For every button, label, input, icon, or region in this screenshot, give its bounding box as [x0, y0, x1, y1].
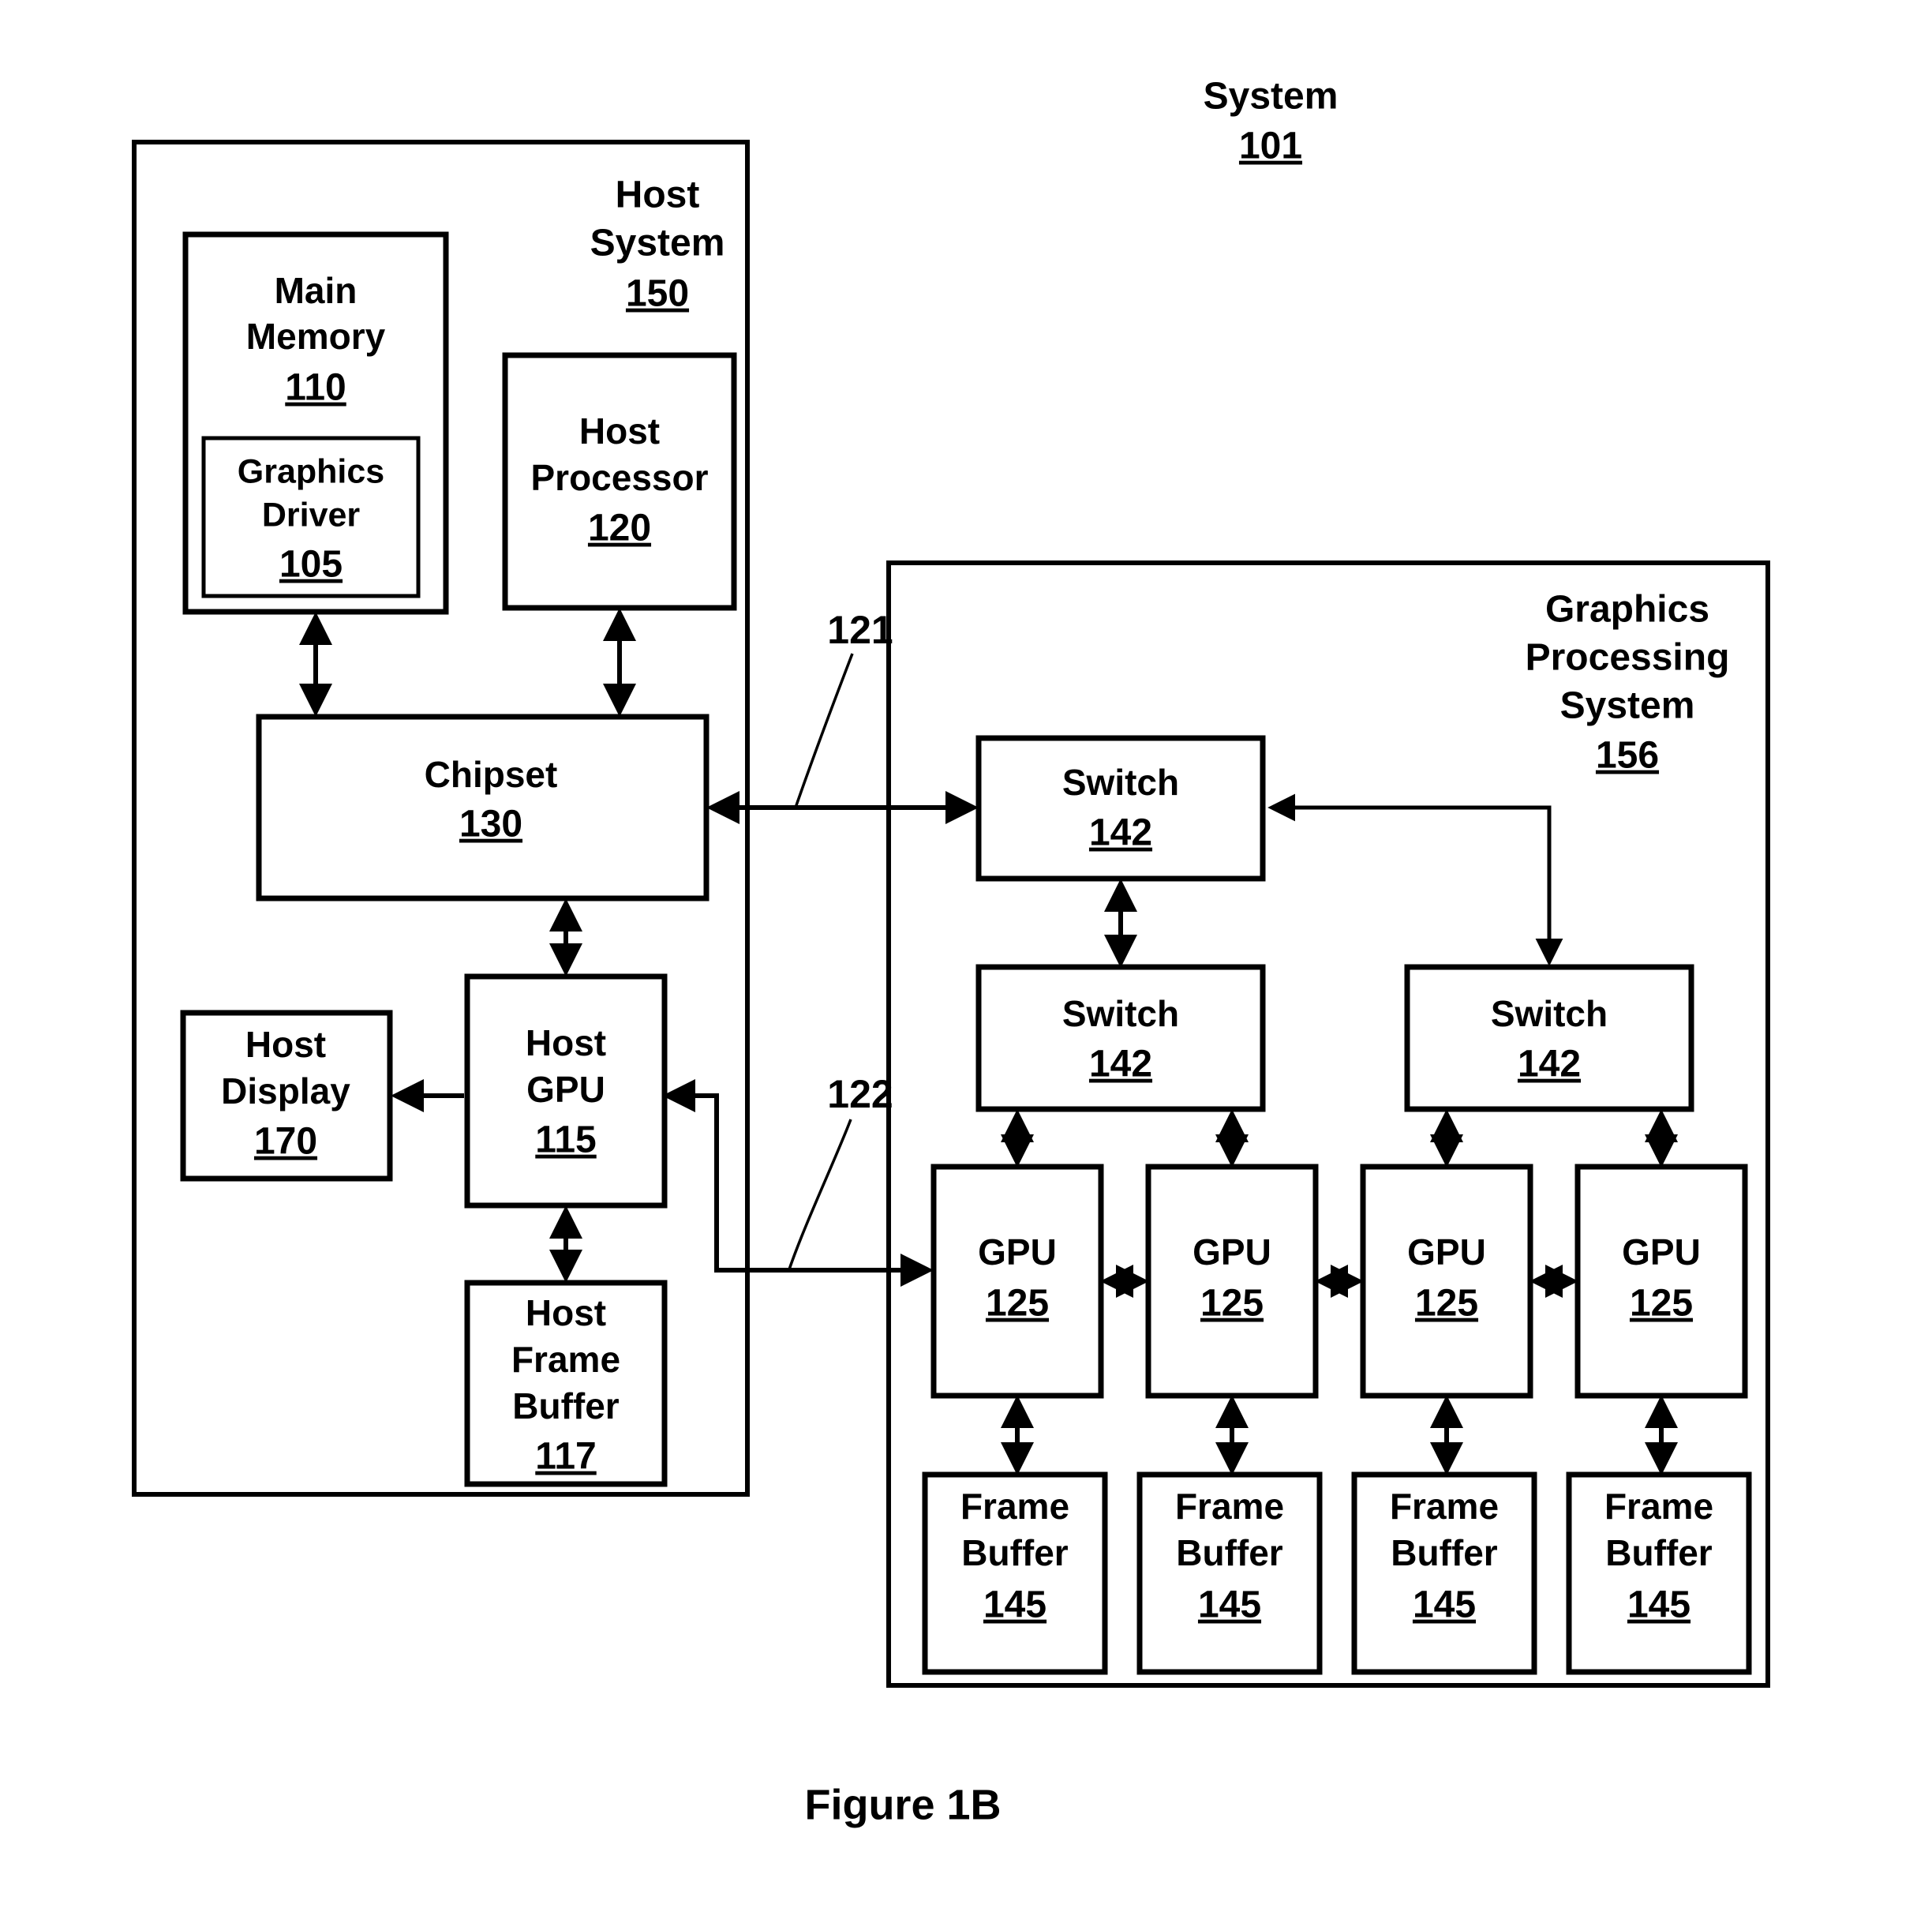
main-memory-ref: 110 [285, 367, 346, 409]
gpu-box-2 [1360, 1164, 1533, 1399]
gpu-0-name: GPU [978, 1231, 1057, 1273]
connector-switch0-switch2 [1267, 793, 1563, 966]
host-frame-buffer-line1: Host [526, 1292, 606, 1333]
main-memory-line2: Memory [246, 316, 386, 357]
gps-ref: 156 [1596, 735, 1659, 777]
frame-buffer-0-ref: 145 [983, 1584, 1046, 1626]
graphics-driver-line2: Driver [262, 496, 361, 534]
figure-caption: Figure 1B [804, 1781, 1001, 1828]
host-display-line2: Display [221, 1070, 350, 1111]
host-display-line1: Host [245, 1024, 326, 1065]
frame-buffer-1-line1: Frame [1175, 1486, 1284, 1527]
gpu-2-name: GPU [1407, 1231, 1486, 1273]
figure-title: System 101 [1204, 76, 1339, 167]
figure-title-text: System [1204, 76, 1339, 118]
figure-title-ref: 101 [1239, 126, 1302, 167]
leader-line-122 [788, 1119, 852, 1270]
graphics-driver-ref: 105 [279, 544, 343, 586]
host-gpu-line2: GPU [526, 1069, 605, 1110]
host-frame-buffer-line3: Buffer [512, 1385, 620, 1426]
host-frame-buffer-ref: 117 [535, 1436, 596, 1478]
chipset-line1: Chipset [425, 754, 558, 795]
host-processor-line2: Processor [530, 457, 708, 498]
host-system-label-line1: Host [616, 174, 700, 216]
frame-buffer-1-line2: Buffer [1176, 1532, 1283, 1573]
gpu-0-ref: 125 [986, 1283, 1049, 1325]
host-gpu-ref: 115 [535, 1119, 596, 1161]
host-system-label: Host System 150 [590, 174, 725, 315]
switch-0-name: Switch [1062, 762, 1179, 803]
frame-buffer-2-ref: 145 [1413, 1584, 1476, 1626]
graphics-processing-system-label: Graphics Processing System 156 [1526, 589, 1730, 777]
frame-buffer-0-line1: Frame [960, 1486, 1069, 1527]
bus-122-label: 122 [827, 1072, 893, 1116]
bus-121-label: 121 [827, 608, 893, 652]
gps-label-line2: Processing [1526, 637, 1730, 679]
gps-label-line1: Graphics [1545, 589, 1709, 631]
gpu-3-name: GPU [1622, 1231, 1701, 1273]
frame-buffer-3-line2: Buffer [1605, 1532, 1713, 1573]
system-block-diagram: System 101 Host System 150 Main Memory 1… [132, 76, 1770, 1828]
switch-box-0 [975, 735, 1266, 882]
chipset-ref: 130 [459, 804, 522, 845]
gps-label-line3: System [1560, 685, 1695, 727]
frame-buffer-3-line1: Frame [1604, 1486, 1713, 1527]
switch-1-name: Switch [1062, 993, 1179, 1034]
host-system-label-line2: System [590, 223, 725, 264]
host-system-ref: 150 [626, 273, 689, 315]
gpu-box-0 [930, 1164, 1104, 1399]
host-display-ref: 170 [254, 1121, 317, 1163]
switch-2-name: Switch [1491, 993, 1608, 1034]
switch-box-1 [975, 964, 1266, 1112]
host-gpu-label: Host GPU 115 [526, 1022, 606, 1161]
host-processor-line1: Host [579, 410, 660, 452]
frame-buffer-2-line2: Buffer [1391, 1532, 1498, 1573]
switch-box-2 [1404, 964, 1694, 1112]
gpu-2-ref: 125 [1415, 1283, 1478, 1325]
host-frame-buffer-line2: Frame [511, 1339, 620, 1380]
gpu-box-1 [1145, 1164, 1319, 1399]
gpu-1-name: GPU [1193, 1231, 1271, 1273]
switch-2-ref: 142 [1518, 1044, 1581, 1085]
host-processor-ref: 120 [588, 508, 651, 549]
main-memory-line1: Main [275, 270, 358, 311]
switch-1-ref: 142 [1089, 1044, 1152, 1085]
frame-buffer-0-line2: Buffer [961, 1532, 1069, 1573]
gpu-box-3 [1574, 1164, 1748, 1399]
gpu-3-ref: 125 [1630, 1283, 1693, 1325]
figure-1b-root: System 101 Host System 150 Main Memory 1… [0, 0, 1932, 1908]
frame-buffer-3-ref: 145 [1627, 1584, 1690, 1626]
switch-0-ref: 142 [1089, 812, 1152, 854]
leader-line-121 [794, 653, 854, 808]
graphics-driver-line1: Graphics [238, 452, 384, 490]
host-gpu-line1: Host [526, 1022, 606, 1063]
frame-buffer-2-line1: Frame [1390, 1486, 1499, 1527]
frame-buffer-1-ref: 145 [1198, 1584, 1261, 1626]
gpu-1-ref: 125 [1200, 1283, 1264, 1325]
